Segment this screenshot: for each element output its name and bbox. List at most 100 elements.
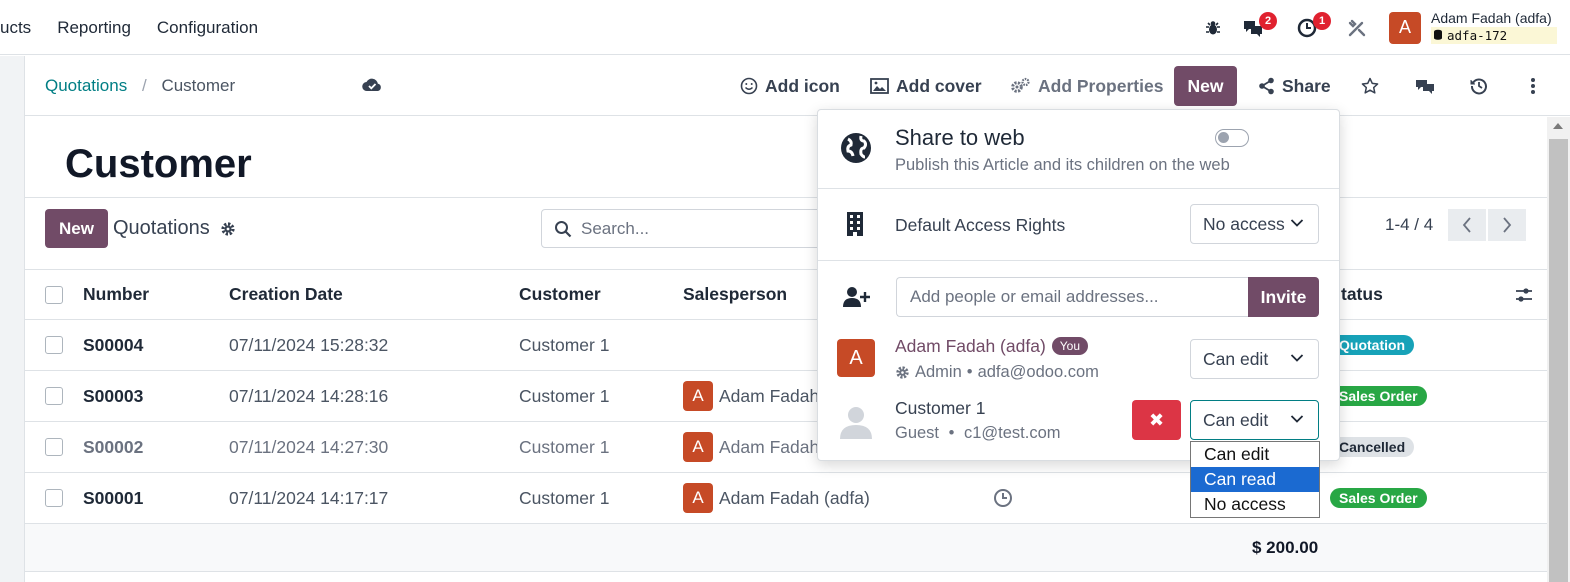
member-row-owner: Adam Fadah (adfa) You (895, 336, 1089, 357)
member-permission-select[interactable]: Can edit (1190, 339, 1319, 379)
pager-value[interactable]: 1-4 / 4 (1385, 215, 1433, 235)
chevron-down-icon (1290, 354, 1304, 362)
new-article-button[interactable]: New (1174, 66, 1237, 106)
pager-previous-button[interactable] (1448, 209, 1486, 241)
row-checkbox[interactable] (45, 371, 63, 421)
row-checkbox[interactable] (45, 473, 63, 523)
option-no-access[interactable]: No access (1191, 492, 1319, 517)
breadcrumb-separator: / (141, 76, 147, 95)
close-icon: ✖ (1148, 409, 1165, 430)
database-badge: adfa-172 (1431, 26, 1557, 44)
member-details: Guest • c1@test.com (895, 424, 1061, 443)
row-date: 07/11/2024 14:27:30 (229, 436, 389, 457)
share-button[interactable]: Share (1258, 66, 1331, 106)
more-options-icon[interactable] (1513, 66, 1553, 106)
row-date: 07/11/2024 14:28:16 (229, 385, 389, 406)
member-email: adfa@odoo.com (977, 363, 1099, 381)
building-icon (846, 211, 864, 242)
column-salesperson[interactable]: Salesperson (683, 270, 787, 319)
image-icon (870, 78, 889, 94)
invite-people-input[interactable]: Add people or email addresses... (896, 277, 1248, 317)
breadcrumb-quotations[interactable]: Quotations (45, 76, 127, 95)
comments-icon[interactable] (1405, 66, 1445, 106)
member-permission-value: Can edit (1203, 348, 1269, 369)
row-number: S00001 (83, 487, 144, 508)
default-access-select[interactable]: No access (1190, 204, 1319, 244)
menu-item-reporting[interactable]: Reporting (57, 18, 131, 38)
row-number: S00004 (83, 334, 144, 355)
column-status[interactable]: tatus (1341, 270, 1383, 319)
database-name: adfa-172 (1447, 27, 1508, 43)
column-customer[interactable]: Customer (519, 270, 601, 319)
systray: 2 1 A Adam Fadah (adfa) adfa-172 (1195, 0, 1557, 55)
member-name[interactable]: Adam Fadah (adfa) (895, 336, 1046, 356)
status-badge: Sales Order (1330, 473, 1427, 523)
share-label: Share (1282, 75, 1331, 96)
discuss-icon[interactable]: 2 (1235, 10, 1277, 46)
tools-icon[interactable] (1339, 10, 1375, 46)
activity-clock-icon[interactable] (993, 473, 1013, 523)
activity-icon[interactable]: 1 (1289, 10, 1331, 46)
gears-icon (1011, 77, 1030, 93)
user-menu[interactable]: Adam Fadah (adfa) adfa-172 (1431, 10, 1557, 46)
top-navbar: ucts Reporting Configuration 2 1 A Adam … (0, 0, 1570, 55)
optional-columns-icon[interactable] (1515, 270, 1533, 319)
add-icon-label: Add icon (765, 75, 840, 96)
add-properties-button[interactable]: Add Properties (1010, 66, 1163, 106)
remove-member-button[interactable]: ✖ (1132, 400, 1181, 440)
scroll-up-arrow-icon[interactable] (1553, 123, 1563, 129)
share-to-web-toggle[interactable] (1215, 129, 1249, 147)
new-quotation-button[interactable]: New (45, 209, 108, 248)
scrollbar-thumb[interactable] (1549, 139, 1568, 582)
gear-icon (896, 366, 909, 379)
member-name: Customer 1 (895, 398, 986, 418)
row-checkbox[interactable] (45, 422, 63, 472)
add-properties-label: Add Properties (1038, 75, 1164, 96)
history-icon[interactable] (1459, 66, 1499, 106)
chevron-down-icon (1290, 219, 1304, 227)
row-customer: Customer 1 (519, 385, 610, 406)
avatar: A (683, 381, 713, 411)
vertical-scrollbar[interactable] (1547, 117, 1570, 582)
status-badge-label: Cancelled (1330, 437, 1415, 457)
status-badge-label: Quotation (1330, 335, 1415, 355)
menu-item-products[interactable]: ucts (0, 18, 31, 38)
search-input[interactable]: Search... (541, 209, 861, 248)
add-cover-button[interactable]: Add cover (870, 66, 982, 106)
salesperson-name: Adam Fadah (719, 385, 820, 406)
search-placeholder: Search... (581, 218, 650, 238)
embedded-view-label: Quotations (113, 217, 210, 239)
pager-next-button[interactable] (1488, 209, 1526, 241)
select-all-checkbox[interactable] (45, 270, 63, 319)
favorite-star-icon[interactable] (1350, 66, 1390, 106)
member-permission-select[interactable]: Can edit (1190, 400, 1319, 440)
article-title[interactable]: Customer (65, 142, 252, 187)
debug-icon[interactable] (1195, 10, 1231, 46)
main-menu: ucts Reporting Configuration (0, 0, 284, 55)
cloud-saved-icon[interactable] (361, 76, 383, 99)
guest-avatar-icon (837, 403, 875, 446)
row-number: S00002 (83, 436, 144, 457)
user-avatar[interactable]: A (1389, 11, 1421, 44)
avatar: A (837, 339, 875, 377)
menu-item-configuration[interactable]: Configuration (157, 18, 258, 38)
column-number[interactable]: Number (83, 270, 149, 319)
bullet-separator: • (948, 424, 955, 442)
status-badge: Sales Order (1330, 371, 1427, 421)
column-creation-date[interactable]: Creation Date (229, 270, 343, 319)
option-can-edit[interactable]: Can edit (1191, 442, 1319, 467)
add-icon-button[interactable]: Add icon (740, 66, 840, 106)
row-checkbox[interactable] (45, 320, 63, 370)
default-access-value: No access (1203, 213, 1285, 234)
gear-icon[interactable] (220, 221, 236, 237)
invite-button[interactable]: Invite (1248, 277, 1319, 317)
member-role: Admin (915, 363, 962, 381)
add-user-icon (842, 286, 870, 313)
add-cover-label: Add cover (896, 75, 982, 96)
salesperson-name: Adam Fadah (719, 436, 820, 457)
share-popover: Share to web Publish this Article and it… (817, 109, 1340, 461)
member-role: Guest (895, 424, 940, 442)
row-customer: Customer 1 (519, 487, 610, 508)
option-can-read[interactable]: Can read (1191, 467, 1319, 492)
discuss-badge: 2 (1259, 11, 1277, 30)
